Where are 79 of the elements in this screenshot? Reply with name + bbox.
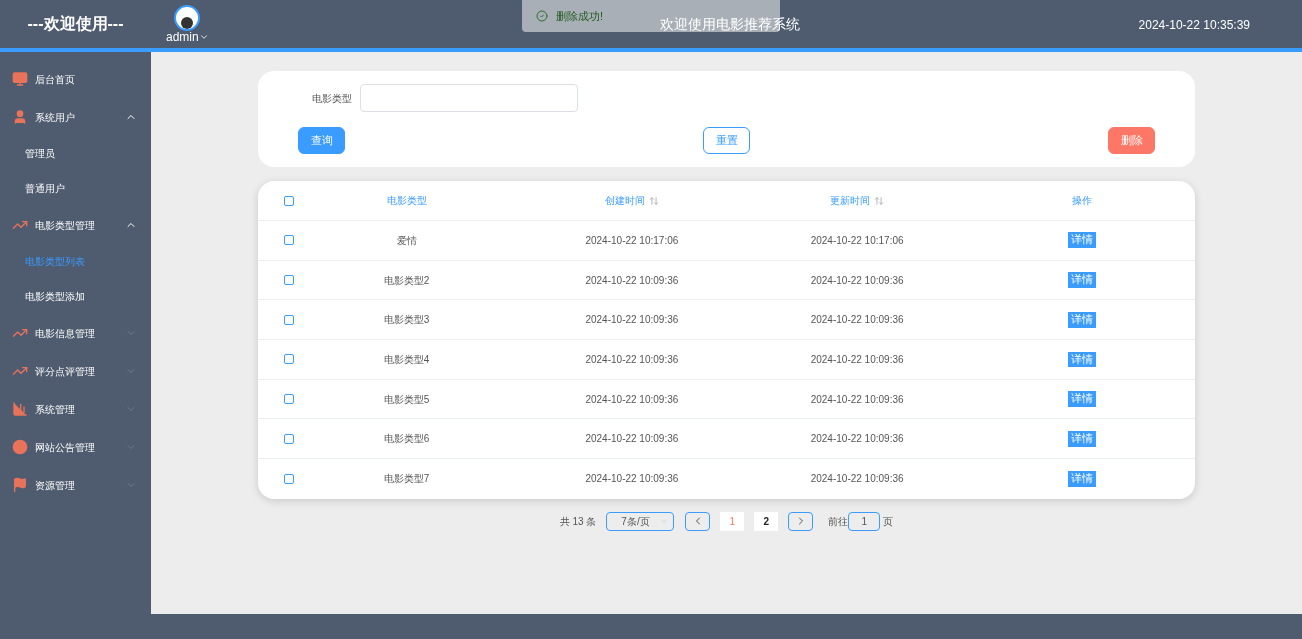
sidebar-item[interactable]: 资源管理 bbox=[0, 466, 151, 504]
detail-button[interactable]: 详情 bbox=[1068, 391, 1097, 407]
flag-icon bbox=[12, 477, 28, 493]
sort-icon[interactable] bbox=[648, 195, 659, 206]
submenu-item[interactable]: 普通用户 bbox=[0, 171, 151, 206]
movie-type-field[interactable] bbox=[360, 84, 578, 112]
brand-title: ---欢迎使用--- bbox=[26, 14, 125, 34]
monitor-icon bbox=[12, 71, 28, 87]
checkbox[interactable] bbox=[284, 354, 294, 365]
detail-button[interactable]: 详情 bbox=[1068, 311, 1097, 328]
submenu-item[interactable]: 管理员 bbox=[0, 136, 151, 171]
reset-button[interactable]: 重置 bbox=[703, 127, 750, 154]
goto-page-field[interactable]: 1 bbox=[848, 511, 881, 531]
previous-page-button[interactable] bbox=[685, 511, 711, 531]
column-header[interactable]: 更新时间 bbox=[830, 193, 885, 208]
table-cell-text: 2024-10-22 10:09:36 bbox=[585, 313, 679, 328]
table-cell-text: 电影类型5 bbox=[383, 392, 430, 407]
table-cell-text: 2024-10-22 10:09:36 bbox=[585, 273, 679, 288]
column-header[interactable]: 操作 bbox=[1072, 193, 1093, 208]
sidebar-item[interactable]: 电影信息管理 bbox=[0, 314, 151, 352]
sort-icon[interactable] bbox=[874, 195, 885, 206]
field-label: 电影类型 bbox=[312, 91, 352, 106]
column-header[interactable]: 创建时间 bbox=[604, 193, 659, 208]
goto-label: 前往 bbox=[828, 514, 849, 529]
checkbox[interactable] bbox=[284, 433, 294, 444]
table-cell-text: 电影类型3 bbox=[383, 313, 430, 328]
table-cell-text: 2024-10-22 10:09:36 bbox=[810, 352, 904, 367]
table-cell-text: 2024-10-22 10:09:36 bbox=[810, 472, 904, 487]
table-cell-text: 2024-10-22 10:09:36 bbox=[585, 392, 679, 407]
sidebar-item[interactable]: 网站公告管理 bbox=[0, 428, 151, 466]
page-button[interactable]: 1 bbox=[720, 511, 745, 531]
avatar[interactable] bbox=[174, 5, 201, 31]
table-cell-text: 2024-10-22 10:09:36 bbox=[810, 392, 904, 407]
table-cell-text: 2024-10-22 10:17:06 bbox=[810, 233, 904, 248]
checkbox[interactable] bbox=[284, 275, 294, 286]
checkbox[interactable] bbox=[284, 235, 294, 246]
table-cell-text: 电影类型6 bbox=[383, 432, 430, 447]
submenu-item[interactable]: 电影类型添加 bbox=[0, 279, 151, 314]
check-icon bbox=[536, 10, 548, 22]
checkbox[interactable] bbox=[284, 394, 294, 405]
table-cell-text: 2024-10-22 10:09:36 bbox=[585, 352, 679, 367]
table-cell-text: 电影类型4 bbox=[383, 352, 430, 367]
next-page-button[interactable] bbox=[788, 511, 814, 531]
date-time: 2024-10-22 10:35:39 bbox=[1138, 17, 1250, 34]
sidebar-item[interactable]: 评分点评管理 bbox=[0, 352, 151, 390]
search-button[interactable]: 查询 bbox=[298, 127, 345, 154]
detail-button[interactable]: 详情 bbox=[1068, 232, 1097, 249]
table-cell-text: 2024-10-22 10:09:36 bbox=[585, 472, 679, 487]
table-cell-text: 2024-10-22 10:09:36 bbox=[810, 432, 904, 447]
sidebar-item[interactable]: 系统管理 bbox=[0, 390, 151, 428]
page-size-select[interactable]: 7条/页 bbox=[606, 511, 675, 531]
sidebar-item[interactable]: 电影类型管理 bbox=[0, 206, 151, 244]
table-cell-text: 2024-10-22 10:09:36 bbox=[585, 432, 679, 447]
total-count: 共 13 条 bbox=[559, 514, 597, 529]
page-button[interactable]: 2 bbox=[754, 511, 779, 531]
toast-message: 删除成功! bbox=[556, 8, 604, 24]
detail-button[interactable]: 详情 bbox=[1068, 430, 1097, 447]
table-cell-text: 爱情 bbox=[396, 233, 417, 248]
bar-chart-icon bbox=[12, 401, 28, 417]
table-cell-text: 电影类型2 bbox=[383, 273, 430, 288]
column-header[interactable]: 电影类型 bbox=[386, 193, 427, 208]
goto-suffix: 页 bbox=[883, 514, 894, 529]
detail-button[interactable]: 详情 bbox=[1068, 471, 1097, 487]
sidebar-item[interactable]: 系统用户 bbox=[0, 98, 151, 136]
detail-button[interactable]: 详情 bbox=[1068, 351, 1097, 368]
caret-icon bbox=[198, 32, 209, 42]
submenu-item[interactable]: 电影类型列表 bbox=[0, 244, 151, 279]
checkbox[interactable] bbox=[284, 195, 294, 206]
checkbox[interactable] bbox=[284, 314, 294, 325]
table-cell-text: 2024-10-22 10:09:36 bbox=[810, 273, 904, 288]
checkbox[interactable] bbox=[284, 473, 294, 484]
user-icon bbox=[12, 109, 28, 125]
user-menu[interactable]: admin bbox=[166, 31, 209, 43]
table-cell-text: 2024-10-22 10:09:36 bbox=[810, 313, 904, 328]
sidebar-item[interactable]: 后台首页 bbox=[0, 60, 151, 98]
detail-button[interactable]: 详情 bbox=[1068, 272, 1097, 288]
delete-button[interactable]: 删除 bbox=[1108, 127, 1155, 154]
table-cell-text: 电影类型7 bbox=[383, 472, 430, 487]
table-cell-text: 2024-10-22 10:17:06 bbox=[585, 233, 679, 248]
